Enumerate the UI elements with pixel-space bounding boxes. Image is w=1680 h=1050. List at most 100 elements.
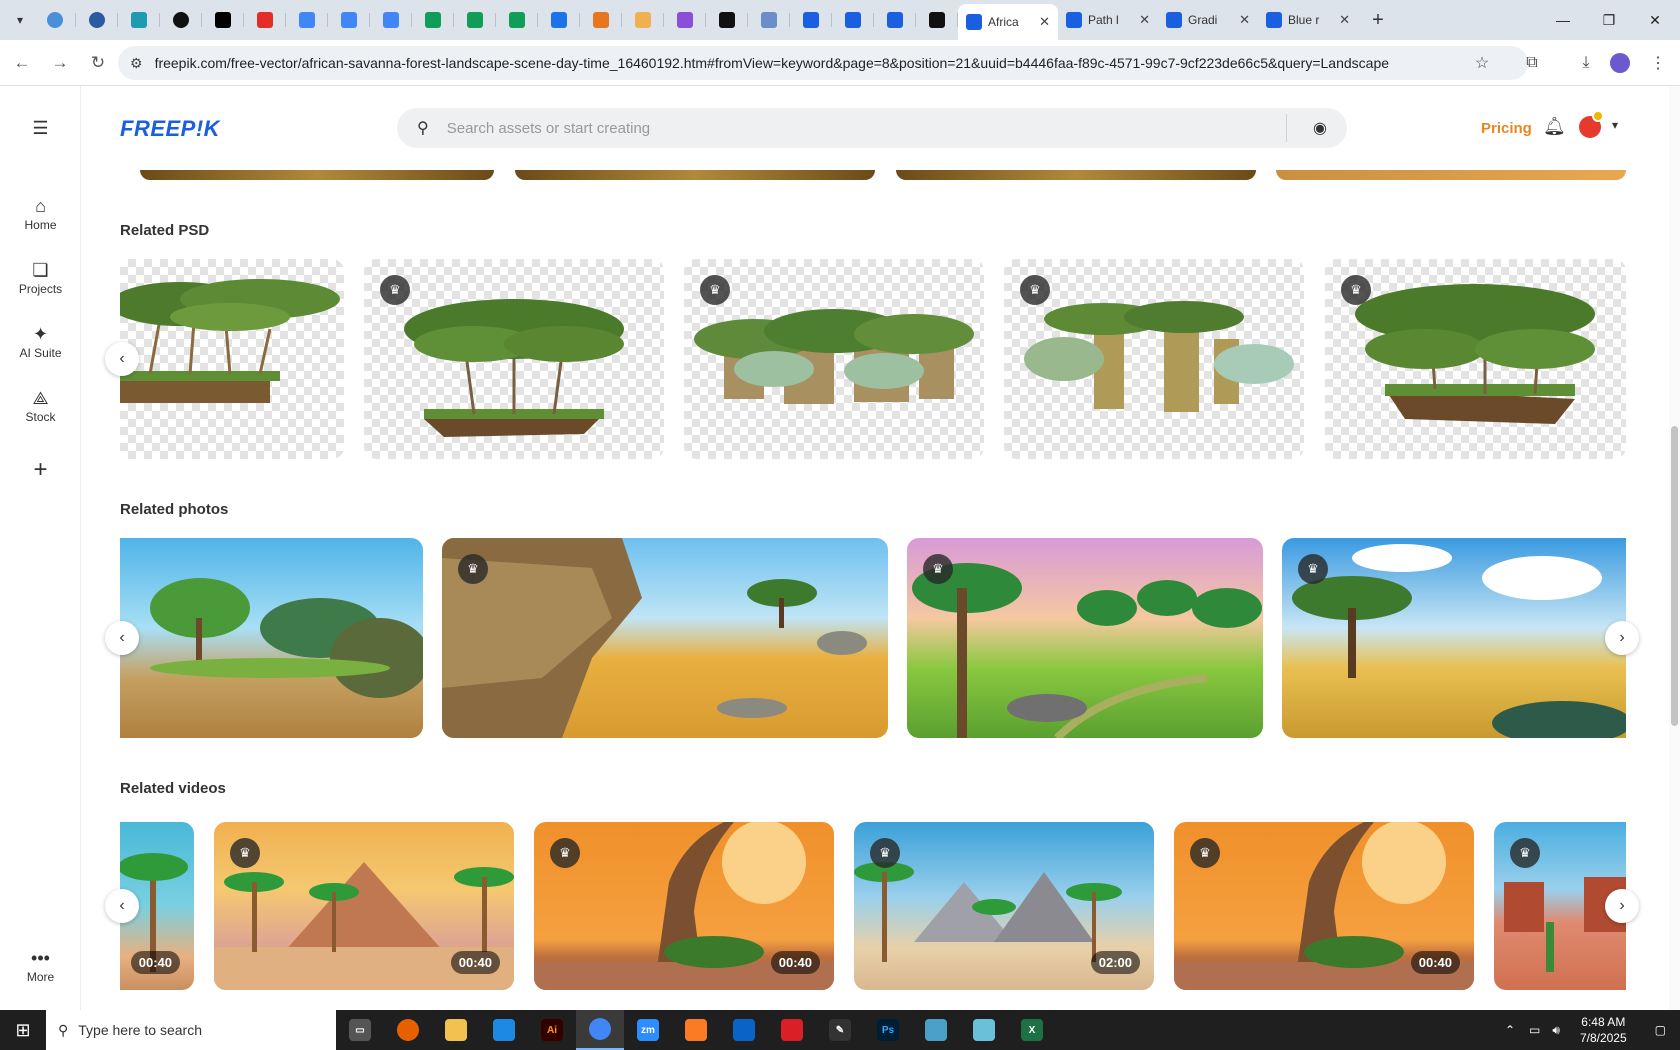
tab[interactable]: Blue r ✕ xyxy=(1258,4,1358,36)
site-info-icon[interactable]: ⚙ xyxy=(130,55,143,72)
pinned-tab[interactable] xyxy=(496,4,538,36)
carousel-prev-button[interactable]: ‹ xyxy=(105,889,139,923)
tab[interactable]: Gradi ✕ xyxy=(1158,4,1258,36)
app-icon[interactable] xyxy=(912,1010,960,1050)
video-card[interactable]: ♛ 00:40 xyxy=(1174,822,1474,990)
carousel-next-button[interactable]: › xyxy=(1605,889,1639,923)
tray-chevron-icon[interactable]: ⌃ xyxy=(1505,1023,1515,1037)
creative-cloud-icon[interactable] xyxy=(768,1010,816,1050)
sidebar-item-home[interactable]: ⌂ Home xyxy=(0,194,81,232)
file-explorer-icon[interactable] xyxy=(432,1010,480,1050)
pinned-tab[interactable] xyxy=(748,4,790,36)
task-view-icon[interactable]: ▭ xyxy=(336,1010,384,1050)
photoshop-icon[interactable]: Ps xyxy=(864,1010,912,1050)
app-icon[interactable] xyxy=(960,1010,1008,1050)
excel-icon[interactable]: X xyxy=(1008,1010,1056,1050)
camera-icon[interactable]: ◉ xyxy=(1313,118,1327,138)
scrollbar-thumb[interactable] xyxy=(1671,426,1678,726)
pinned-tab[interactable] xyxy=(874,4,916,36)
psd-card[interactable]: ♛ xyxy=(1004,259,1304,459)
illustrator-icon[interactable]: Ai xyxy=(528,1010,576,1050)
carousel-prev-button[interactable]: ‹ xyxy=(105,621,139,655)
firefox-icon[interactable] xyxy=(384,1010,432,1050)
tab-list-button[interactable]: ▾ xyxy=(6,6,34,34)
hamburger-icon[interactable]: ☰ xyxy=(32,116,48,140)
new-tab-button[interactable]: + xyxy=(1364,6,1392,34)
pinned-tab[interactable] xyxy=(202,4,244,36)
sidebar-item-projects[interactable]: ❏ Projects xyxy=(0,258,81,296)
page-scrollbar[interactable] xyxy=(1669,86,1680,1010)
volume-icon[interactable]: 🔊︎ xyxy=(1552,1023,1560,1038)
notification-icon[interactable]: ▢ xyxy=(1655,1023,1666,1037)
pricing-link[interactable]: Pricing xyxy=(1481,120,1532,137)
image-card[interactable] xyxy=(515,170,875,180)
pinned-tab[interactable] xyxy=(580,4,622,36)
pinned-tab[interactable] xyxy=(328,4,370,36)
pinned-tab[interactable] xyxy=(916,4,958,36)
taskbar-search-input[interactable]: Type here to search xyxy=(78,1022,202,1038)
psd-card[interactable]: ♛ xyxy=(364,259,664,459)
photo-card[interactable]: ♛ xyxy=(442,538,888,738)
close-icon[interactable]: ✕ xyxy=(1139,12,1150,28)
photo-card[interactable]: ♛ xyxy=(907,538,1263,738)
back-button[interactable]: ← xyxy=(6,47,38,79)
windows-start-button[interactable]: ⊞ xyxy=(0,1010,46,1050)
forward-button[interactable]: → xyxy=(44,47,76,79)
close-window-button[interactable]: ✕ xyxy=(1632,0,1678,40)
bell-icon[interactable]: 🔔︎ xyxy=(1543,116,1566,137)
psd-card[interactable] xyxy=(120,259,344,459)
network-icon[interactable]: ▭ xyxy=(1529,1023,1540,1037)
zoom-icon[interactable]: zm xyxy=(624,1010,672,1050)
psd-card[interactable]: ♛ xyxy=(1325,259,1626,459)
pinned-tab[interactable] xyxy=(664,4,706,36)
pinned-tab[interactable] xyxy=(370,4,412,36)
search-input[interactable]: Search assets or start creating xyxy=(447,120,650,137)
pinned-tab[interactable] xyxy=(622,4,664,36)
freepik-logo[interactable]: FREEP!K xyxy=(120,116,220,142)
video-card[interactable]: ♛ 00:40 xyxy=(534,822,834,990)
tab[interactable]: Path l ✕ xyxy=(1058,4,1158,36)
pinned-tab[interactable] xyxy=(34,4,76,36)
pinned-tab[interactable] xyxy=(454,4,496,36)
sidebar-add-button[interactable]: + xyxy=(0,458,81,482)
download-icon[interactable]: ⤓ xyxy=(1570,47,1602,79)
pinned-tab[interactable] xyxy=(412,4,454,36)
image-card[interactable] xyxy=(1276,170,1626,180)
clock[interactable]: 6:48 AM 7/8/2025 xyxy=(1580,1014,1627,1046)
search-bar[interactable]: ⚲ Search assets or start creating ◉ xyxy=(397,108,1347,148)
pinned-tab[interactable] xyxy=(118,4,160,36)
video-card[interactable]: ♛ 00:40 xyxy=(214,822,514,990)
tab-active[interactable]: Africa ✕ xyxy=(958,4,1058,40)
outlook-icon[interactable] xyxy=(720,1010,768,1050)
minimize-button[interactable]: — xyxy=(1540,0,1586,40)
pen-tool-icon[interactable]: ✎ xyxy=(816,1010,864,1050)
restore-button[interactable]: ❐ xyxy=(1586,0,1632,40)
pinned-tab[interactable] xyxy=(244,4,286,36)
url-field[interactable]: ⚙ freepik.com/free-vector/african-savann… xyxy=(118,46,1528,80)
profile-avatar[interactable] xyxy=(1604,47,1636,79)
pinned-tab[interactable] xyxy=(160,4,202,36)
sidebar-item-ai-suite[interactable]: ✦ AI Suite xyxy=(0,322,81,360)
chrome-icon[interactable] xyxy=(576,1010,624,1050)
image-card[interactable] xyxy=(896,170,1256,180)
close-icon[interactable]: ✕ xyxy=(1339,12,1350,28)
photo-card[interactable] xyxy=(120,538,423,738)
pinned-tab[interactable] xyxy=(790,4,832,36)
extensions-icon[interactable]: ⧉ xyxy=(1516,47,1548,79)
sidebar-item-stock[interactable]: ⟁ Stock xyxy=(0,386,81,424)
close-icon[interactable]: ✕ xyxy=(1039,14,1050,30)
pinned-tab[interactable] xyxy=(76,4,118,36)
photo-card[interactable]: ♛ xyxy=(1282,538,1626,738)
sidebar-item-more[interactable]: ••• More xyxy=(0,946,81,984)
pinned-tab[interactable] xyxy=(706,4,748,36)
psd-card[interactable]: ♛ xyxy=(684,259,984,459)
video-card[interactable]: ♛ 02:00 xyxy=(854,822,1154,990)
pinned-tab[interactable] xyxy=(832,4,874,36)
close-icon[interactable]: ✕ xyxy=(1239,12,1250,28)
bookmark-star-icon[interactable]: ☆ xyxy=(1466,47,1498,79)
pinned-tab[interactable] xyxy=(538,4,580,36)
pinned-tab[interactable] xyxy=(286,4,328,36)
sidebar-menu-button[interactable]: ☰ xyxy=(0,116,81,140)
menu-kebab-icon[interactable]: ⋮ xyxy=(1642,47,1674,79)
taskbar-search[interactable]: ⚲ Type here to search xyxy=(46,1010,336,1050)
